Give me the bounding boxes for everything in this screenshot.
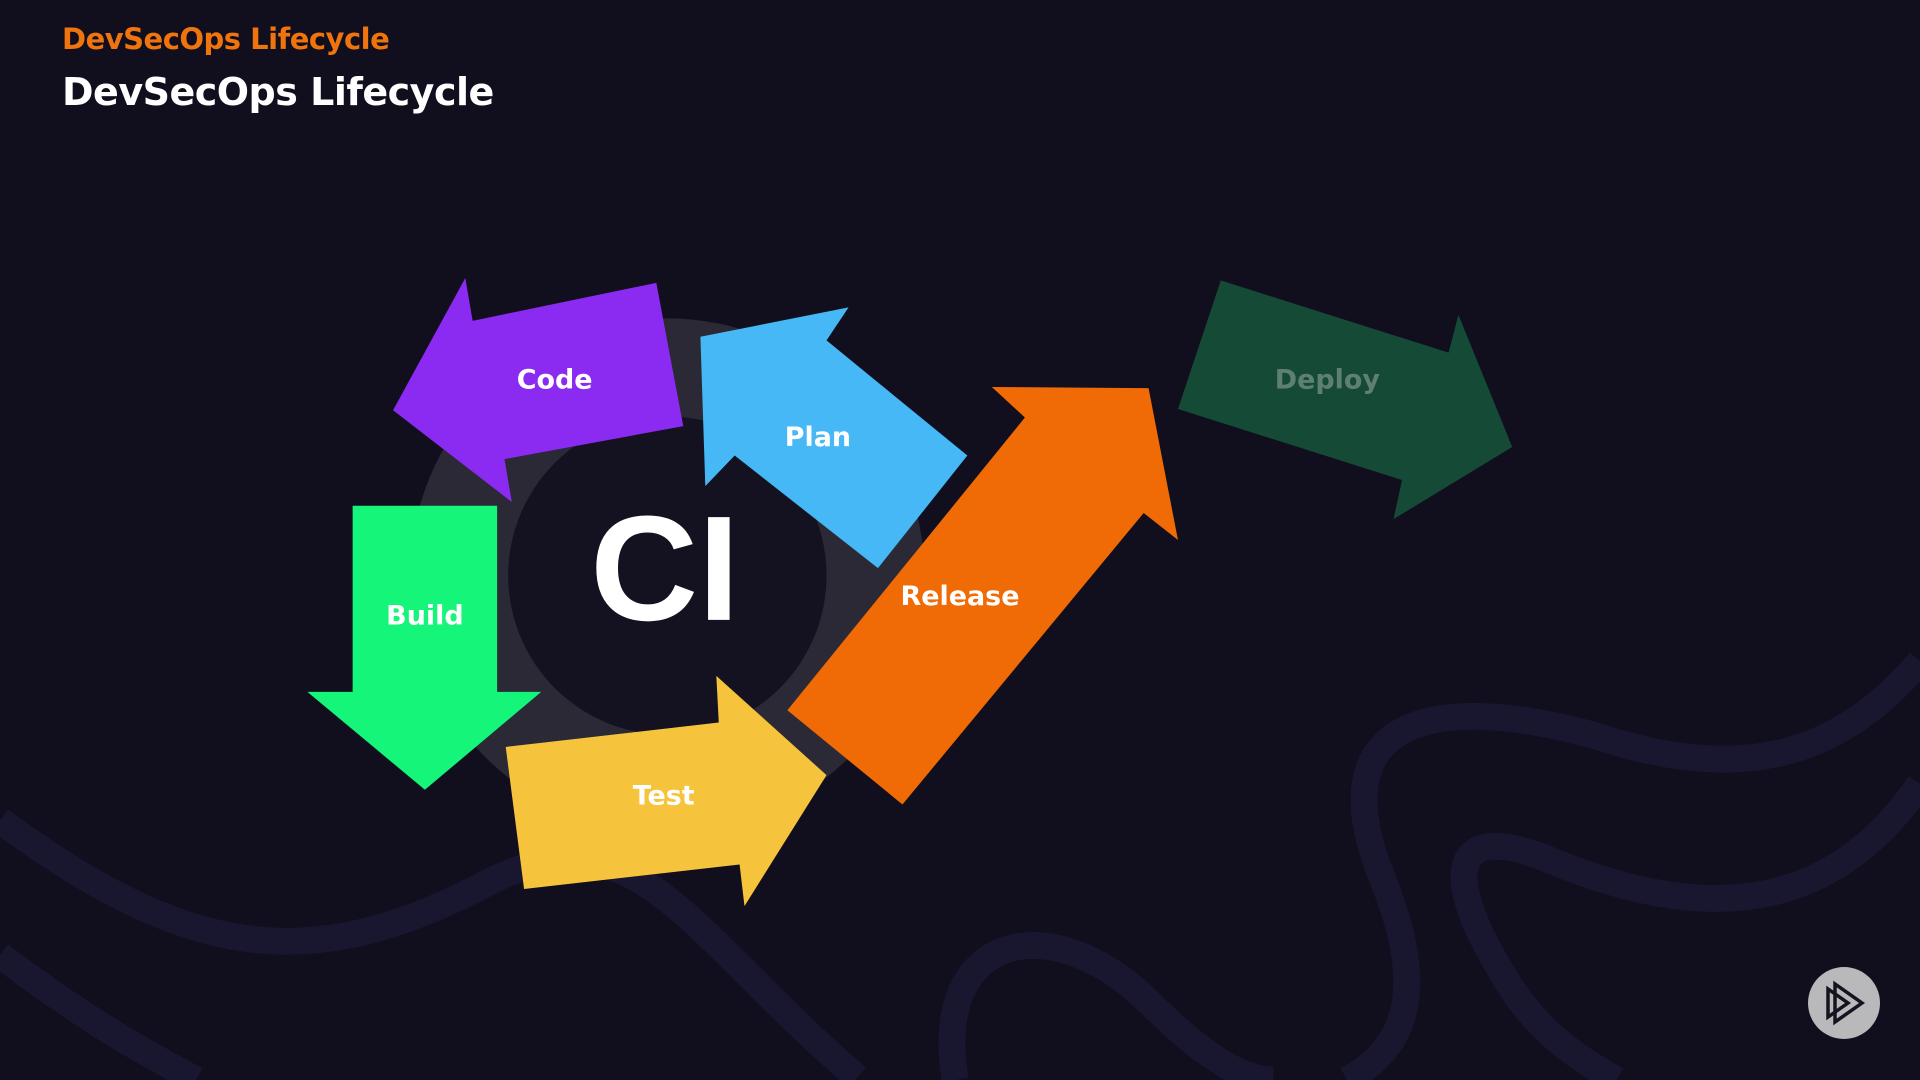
plan-label: Plan [785,422,851,453]
stage-deploy[interactable]: Deploy [1177,280,1513,520]
diagram-canvas: CI Code Plan Build Test Release Deploy [0,277,1920,1080]
section-label: DevSecOps Lifecycle [62,22,390,56]
code-label: Code [517,364,593,395]
deploy-arrow [1177,280,1513,520]
play-button[interactable] [1808,967,1880,1039]
test-label: Test [633,781,695,812]
play-logo-icon [1826,980,1866,1026]
deploy-label: Deploy [1275,364,1381,395]
build-label: Build [386,601,463,632]
ci-label: CI [590,485,739,652]
page-title: DevSecOps Lifecycle [62,70,494,114]
release-label: Release [901,581,1020,612]
